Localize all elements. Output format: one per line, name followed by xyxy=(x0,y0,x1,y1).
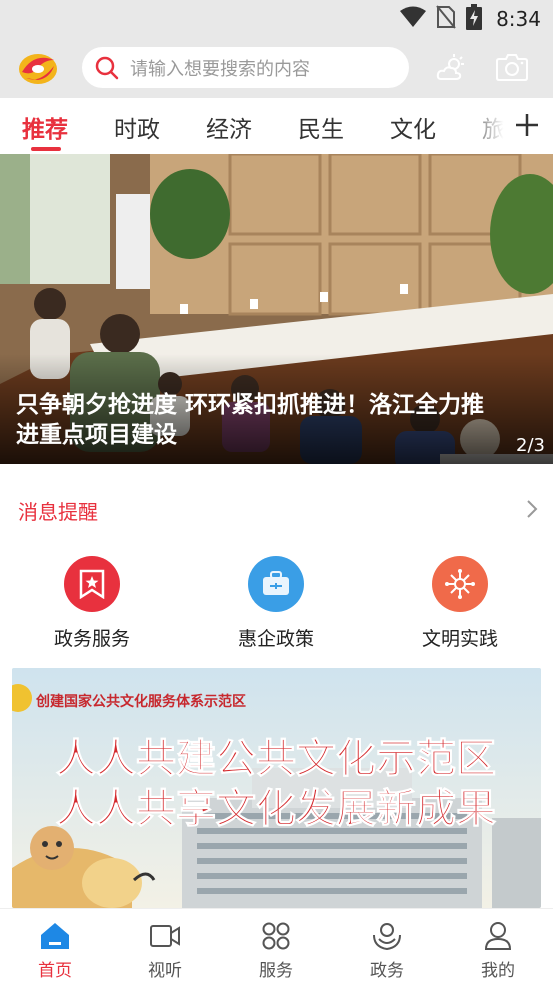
header: 请输入想要搜索的内容 xyxy=(0,38,553,98)
news-carousel[interactable]: 只争朝夕抢进度 环环紧扣抓推进！洛江全力推进重点项目建设 2/3 xyxy=(0,154,553,464)
quick-entry-government-service[interactable]: 政务服务 xyxy=(17,552,167,651)
quick-entry-label: 文明实践 xyxy=(421,628,498,650)
search-icon xyxy=(94,55,120,81)
weather-icon[interactable] xyxy=(436,53,466,83)
nav-label: 我的 xyxy=(481,961,515,981)
chevron-right-icon xyxy=(525,499,539,519)
status-icons: 8:34 xyxy=(400,0,541,38)
active-tab-indicator xyxy=(31,147,61,151)
promo-line-2: 人人共享文化发展新成果 xyxy=(56,785,496,832)
app-logo[interactable] xyxy=(16,48,60,88)
quick-entries: 政务服务 惠企政策 文明实践 xyxy=(0,552,553,652)
camera-icon[interactable] xyxy=(496,53,528,83)
bottom-navigation: 首页 视听 服务 政务 我的 xyxy=(0,908,553,983)
nav-government[interactable]: 政务 xyxy=(332,909,442,983)
plus-icon[interactable] xyxy=(514,112,540,138)
tab-economy[interactable]: 经济 xyxy=(206,110,252,144)
star-flag-icon xyxy=(64,556,120,612)
nav-services[interactable]: 服务 xyxy=(221,909,331,983)
no-sim-icon xyxy=(436,5,456,33)
nav-video[interactable]: 视听 xyxy=(110,909,220,983)
message-reminder-row[interactable]: 消息提醒 xyxy=(0,482,553,536)
grid-icon xyxy=(259,919,293,953)
network-icon xyxy=(432,556,488,612)
briefcase-icon xyxy=(248,556,304,612)
tab-culture[interactable]: 文化 xyxy=(390,110,436,144)
nav-label: 政务 xyxy=(370,961,404,981)
tab-politics[interactable]: 时政 xyxy=(114,110,160,144)
banner-title[interactable]: 只争朝夕抢进度 环环紧扣抓推进！洛江全力推进重点项目建设 xyxy=(16,390,506,450)
carousel-pager: 2/3 xyxy=(516,435,545,456)
promo-line-1: 人人共建公共文化示范区 xyxy=(56,735,496,782)
hands-icon xyxy=(370,919,404,953)
video-icon xyxy=(148,919,182,953)
nav-label: 服务 xyxy=(259,961,293,981)
status-time: 8:34 xyxy=(496,7,541,31)
channel-tabs: 推荐 时政 经济 民生 文化 旅 xyxy=(0,98,553,154)
quick-entry-civilization-practice[interactable]: 文明实践 xyxy=(385,552,535,651)
quick-entry-enterprise-policy[interactable]: 惠企政策 xyxy=(201,552,351,651)
battery-charging-icon xyxy=(466,4,483,34)
tab-recommend[interactable]: 推荐 xyxy=(22,110,68,144)
nav-home[interactable]: 首页 xyxy=(0,909,110,983)
quick-entry-label: 政务服务 xyxy=(53,628,130,650)
app-screen: 8:34 请输入想要搜索的内容 推荐 时政 经济 民生 文化 只争朝夕抢进度 环… xyxy=(0,0,553,983)
search-bar[interactable]: 请输入想要搜索的内容 xyxy=(82,47,409,88)
tab-livelihood[interactable]: 民生 xyxy=(298,110,344,144)
nav-label: 视听 xyxy=(148,961,182,981)
quick-entry-label: 惠企政策 xyxy=(237,628,314,650)
wifi-icon xyxy=(400,6,427,32)
nav-mine[interactable]: 我的 xyxy=(443,909,553,983)
search-input[interactable]: 请输入想要搜索的内容 xyxy=(130,55,310,81)
home-icon xyxy=(38,919,72,953)
user-icon xyxy=(481,919,515,953)
promo-subtitle: 创建国家公共文化服务体系示范区 xyxy=(35,693,246,710)
promo-artwork: 创建国家公共文化服务体系示范区 人人共建公共文化示范区 人人共享文化发展新成果 xyxy=(12,668,541,908)
status-bar: 8:34 xyxy=(0,0,553,38)
culture-promo-banner[interactable]: 创建国家公共文化服务体系示范区 人人共建公共文化示范区 人人共享文化发展新成果 xyxy=(12,668,541,908)
message-reminder-label: 消息提醒 xyxy=(18,500,98,524)
nav-label: 首页 xyxy=(38,961,72,981)
